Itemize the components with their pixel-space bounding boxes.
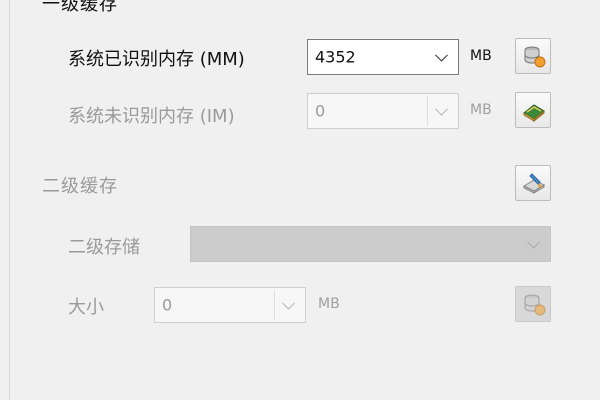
size-value: 0 [162,295,173,315]
unrecognized-memory-button[interactable] [515,92,551,128]
recognized-memory-unit: MB [470,48,492,64]
unrecognized-memory-label: 系统未识别内存 (IM) [68,106,235,127]
recognized-memory-value: 4352 [315,47,356,67]
combobox-separator [427,96,428,126]
level2-cache-header: 二级缓存 [42,176,118,197]
memory-chip-icon [523,104,545,123]
dialog-left-border [0,0,10,400]
unrecognized-memory-unit: MB [470,102,492,118]
unrecognized-memory-value: 0 [315,101,326,121]
recognized-memory-combobox[interactable]: 4352 [307,39,459,75]
size-combobox[interactable]: 0 [154,287,306,323]
secondary-storage-label: 二级存储 [68,237,140,258]
chevron-down-icon[interactable] [435,48,448,62]
combobox-separator [274,290,275,320]
unrecognized-memory-combobox[interactable]: 0 [307,93,459,129]
chevron-down-icon[interactable] [282,296,295,310]
chevron-down-icon[interactable] [435,102,448,116]
level1-cache-header: 一级缓存 [42,0,118,15]
recognized-memory-button[interactable] [515,38,551,74]
chevron-down-icon[interactable] [527,235,540,249]
database-icon [524,294,546,316]
level2-cache-button[interactable] [515,165,551,201]
size-button[interactable] [515,286,551,322]
secondary-storage-combobox[interactable] [190,226,551,262]
disk-wizard-icon [522,173,546,194]
size-unit: MB [318,296,340,312]
size-label: 大小 [68,297,104,318]
recognized-memory-label: 系统已识别内存 (MM) [68,49,245,70]
database-icon [524,46,546,68]
